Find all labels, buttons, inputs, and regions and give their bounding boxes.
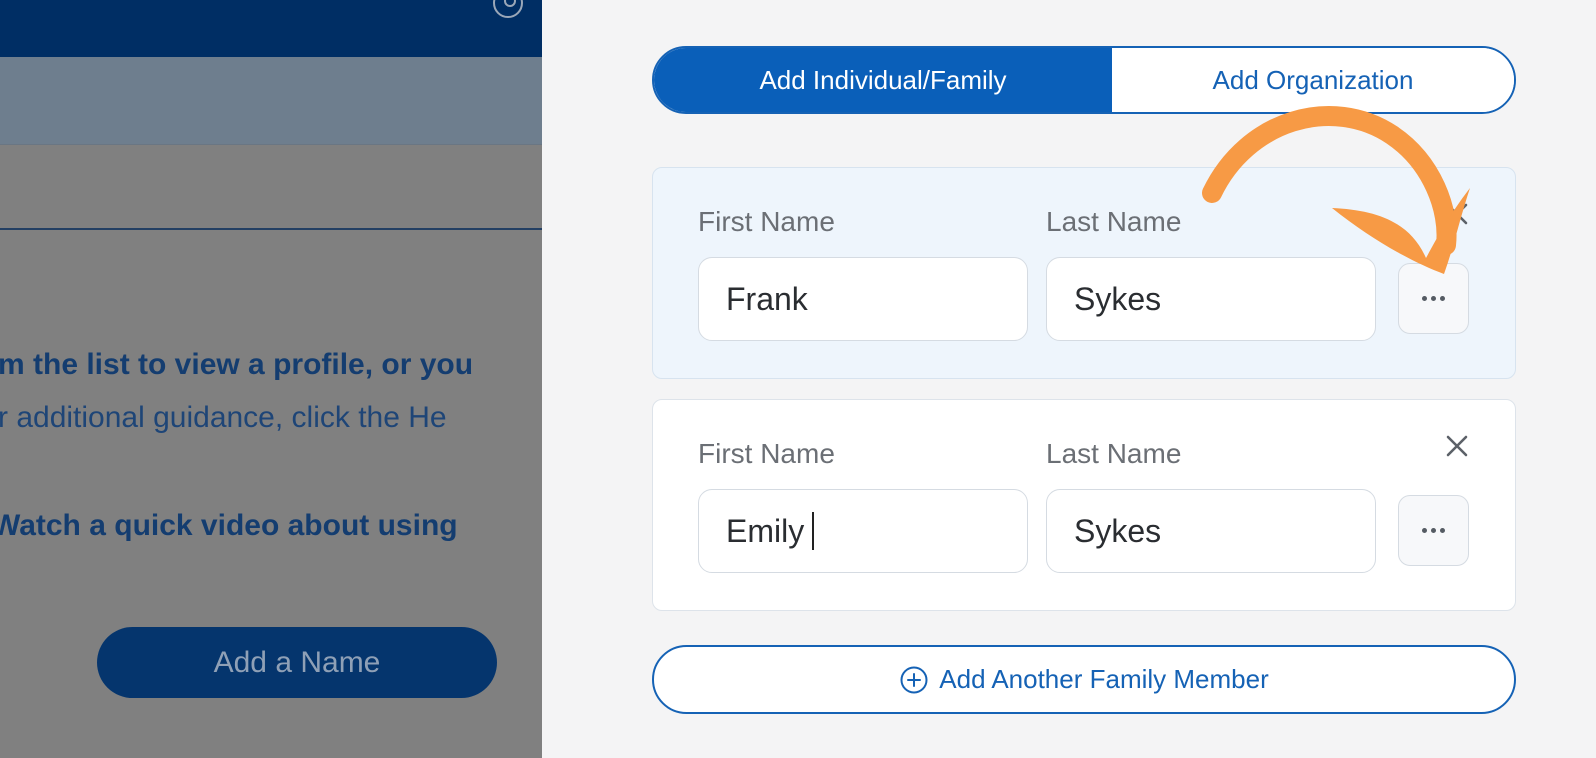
entity-type-toggle: Add Individual/Family Add Organization [652, 46, 1516, 114]
family-member-card: First Name Last Name [652, 167, 1516, 379]
more-options-button[interactable] [1398, 263, 1469, 334]
last-name-input[interactable] [1046, 489, 1376, 573]
remove-member-button[interactable] [1439, 428, 1475, 464]
guidance-text: r additional guidance, click the He [0, 401, 447, 434]
add-member-label: Add Another Family Member [939, 664, 1269, 694]
more-options-button[interactable] [1398, 495, 1469, 566]
more-dots-icon [1422, 528, 1445, 533]
add-organization-tab[interactable]: Add Organization [1112, 48, 1514, 112]
family-member-card: First Name Last Name [652, 399, 1516, 611]
first-name-label: First Name [698, 206, 835, 237]
add-a-name-button: Add a Name [97, 627, 497, 698]
first-name-input[interactable] [698, 489, 1028, 573]
close-icon [1446, 203, 1468, 225]
close-icon [1446, 435, 1468, 457]
plus-circle-icon [900, 666, 928, 693]
more-dots-icon [1422, 296, 1445, 301]
user-circle-icon [493, 0, 523, 18]
screen: m the list to view a profile, or you r a… [0, 0, 1596, 758]
instruction-text: m the list to view a profile, or you [0, 348, 474, 381]
last-name-input[interactable] [1046, 257, 1376, 341]
video-link: Watch a quick video about using [0, 509, 458, 542]
first-name-input[interactable] [698, 257, 1028, 341]
last-name-label: Last Name [1046, 438, 1182, 469]
text-cursor [812, 512, 814, 550]
remove-member-button[interactable] [1439, 196, 1475, 232]
add-another-family-member-button[interactable]: Add Another Family Member [652, 645, 1516, 714]
add-individual-family-tab[interactable]: Add Individual/Family [654, 48, 1112, 112]
last-name-label: Last Name [1046, 206, 1182, 237]
add-name-panel: Add Individual/Family Add Organization F… [542, 0, 1596, 758]
first-name-label: First Name [698, 438, 835, 469]
